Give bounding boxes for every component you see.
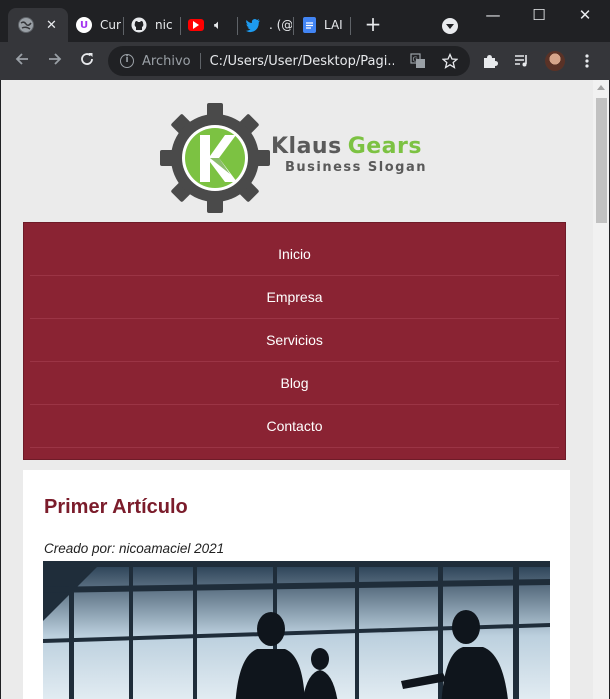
tab-title: LAI	[324, 18, 343, 32]
main-nav: Inicio Empresa Servicios Blog Contacto	[23, 222, 566, 460]
article-image	[43, 561, 550, 699]
info-icon[interactable]: i	[120, 54, 134, 68]
docs-icon	[303, 17, 316, 33]
twitter-icon	[245, 17, 261, 33]
extensions-icon[interactable]	[481, 52, 499, 70]
logo-brand-name: Klaus Gears	[271, 134, 422, 159]
tab-docs[interactable]: LAI	[299, 8, 349, 42]
minimize-button[interactable]: —	[470, 0, 516, 30]
site-logo[interactable]: Klaus Gears Business Slogan	[159, 102, 439, 214]
nav-item-empresa[interactable]: Empresa	[30, 276, 559, 319]
tab-separator	[180, 17, 181, 35]
article-title: Primer Artículo	[44, 496, 188, 518]
tab-udemy[interactable]: U Cur	[72, 8, 122, 42]
tab-separator	[237, 17, 238, 35]
menu-kebab-icon[interactable]	[578, 52, 596, 70]
nav-item-contacto[interactable]: Contacto	[30, 405, 559, 448]
nav-item-servicios[interactable]: Servicios	[30, 319, 559, 362]
github-icon	[131, 17, 147, 33]
tab-github[interactable]: nic	[128, 8, 178, 42]
new-tab-button[interactable]: +	[363, 14, 383, 35]
close-window-button[interactable]: ✕	[562, 0, 608, 30]
tab-youtube[interactable]: 🔈︎	[186, 8, 236, 42]
bookmark-star-icon[interactable]	[441, 52, 459, 69]
nav-item-blog[interactable]: Blog	[30, 362, 559, 405]
udemy-icon: U	[76, 17, 92, 33]
svg-text:G: G	[413, 56, 418, 64]
media-control-icon[interactable]	[513, 52, 531, 70]
tab-active[interactable]: ✕	[8, 8, 68, 42]
tab-separator	[350, 17, 351, 35]
reload-button[interactable]	[77, 51, 97, 71]
article-card: Primer Artículo Creado por: nicoamaciel …	[23, 470, 570, 699]
tab-search-icon[interactable]	[442, 18, 458, 34]
profile-avatar[interactable]	[545, 51, 565, 71]
scrollbar-thumb[interactable]	[596, 98, 607, 223]
maximize-button[interactable]: ☐	[516, 0, 562, 30]
browser-toolbar: i Archivo C:/Users/User/Desktop/Pagi... …	[0, 42, 610, 80]
article-meta: Creado por: nicoamaciel 2021	[44, 541, 225, 556]
back-button[interactable]	[12, 51, 32, 71]
tab-title: Cur	[100, 18, 121, 32]
logo-word-klaus: Klaus	[271, 134, 342, 159]
address-bar[interactable]: i Archivo C:/Users/User/Desktop/Pagi... …	[108, 46, 470, 76]
audio-playing-icon[interactable]: 🔈︎	[214, 18, 222, 33]
page-scrollbar[interactable]	[593, 80, 609, 699]
url-text[interactable]: C:/Users/User/Desktop/Pagi...	[210, 54, 394, 69]
globe-icon	[18, 17, 34, 33]
close-tab-icon[interactable]: ✕	[46, 18, 57, 33]
tab-title: nic	[155, 18, 173, 32]
logo-word-gears: Gears	[347, 134, 422, 159]
tab-title: . (@	[269, 18, 292, 32]
nav-item-inicio[interactable]: Inicio	[30, 233, 559, 276]
tab-separator	[293, 17, 294, 35]
tab-twitter[interactable]: . (@	[242, 8, 292, 42]
logo-slogan: Business Slogan	[285, 160, 428, 175]
scroll-up-arrow-icon[interactable]	[597, 85, 605, 90]
gear-logo-icon	[160, 103, 270, 213]
omnibox-divider	[199, 53, 201, 69]
tab-separator	[123, 17, 124, 35]
page-viewport: Klaus Gears Business Slogan Inicio Empres…	[1, 80, 609, 699]
scheme-label: Archivo	[142, 53, 191, 69]
forward-button[interactable]	[45, 51, 65, 71]
translate-icon[interactable]: G	[410, 53, 426, 69]
youtube-icon	[188, 19, 204, 31]
tab-strip: ✕ U Cur nic 🔈︎ . (@ LAI + — ☐ ✕	[0, 0, 610, 42]
